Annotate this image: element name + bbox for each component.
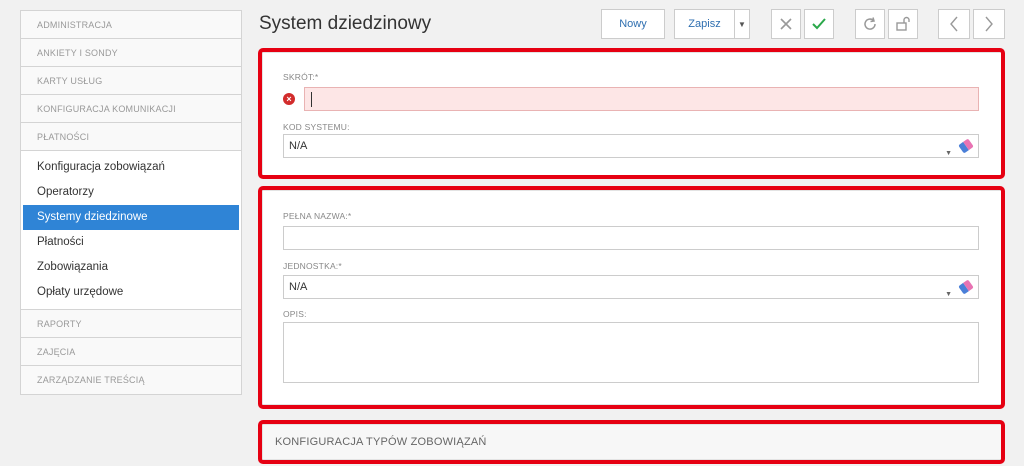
sidebar-submenu: Konfiguracja zobowiązań Operatorzy Syste… <box>21 151 241 310</box>
new-button[interactable]: Nowy <box>601 9 665 39</box>
sidebar-item-operatorzy[interactable]: Operatorzy <box>23 180 239 205</box>
previous-button[interactable] <box>938 9 970 39</box>
highlight-box-1 <box>258 48 1005 179</box>
page-title: System dziedzinowy <box>259 13 432 34</box>
unlock-button[interactable] <box>888 9 918 39</box>
sidebar-section-platnosci[interactable]: PŁATNOŚCI <box>21 123 241 151</box>
sidebar-item-konfiguracja-zobowiazan[interactable]: Konfiguracja zobowiązań <box>23 155 239 180</box>
sidebar-section-raporty[interactable]: RAPORTY <box>21 310 241 338</box>
chevron-left-icon <box>950 16 958 32</box>
check-icon <box>812 18 826 30</box>
sidebar-section-administracja[interactable]: ADMINISTRACJA <box>21 11 241 39</box>
caret-down-icon: ▼ <box>738 19 746 29</box>
save-button[interactable]: Zapisz <box>674 9 734 39</box>
next-button[interactable] <box>973 9 1005 39</box>
close-icon <box>780 18 792 30</box>
sidebar-section-zarzadzanie-trescia[interactable]: ZARZĄDZANIE TREŚCIĄ <box>21 366 241 394</box>
highlight-box-3 <box>258 420 1005 464</box>
sidebar-item-platnosci[interactable]: Płatności <box>23 230 239 255</box>
save-dropdown-toggle[interactable]: ▼ <box>734 9 750 39</box>
sidebar-item-zobowiazania[interactable]: Zobowiązania <box>23 255 239 280</box>
sidebar-section-konfiguracja-komunikacji[interactable]: KONFIGURACJA KOMUNIKACJI <box>21 95 241 123</box>
sidebar-section-karty-uslug[interactable]: KARTY USŁUG <box>21 67 241 95</box>
cancel-button[interactable] <box>771 9 801 39</box>
save-split-button: Zapisz ▼ <box>674 9 750 39</box>
confirm-button[interactable] <box>804 9 834 39</box>
refresh-icon <box>864 17 876 30</box>
unlock-icon <box>896 16 910 31</box>
sidebar-item-oplaty-urzedowe[interactable]: Opłaty urzędowe <box>23 280 239 305</box>
sidebar-section-ankiety[interactable]: ANKIETY I SONDY <box>21 39 241 67</box>
sidebar-section-zajecia[interactable]: ZAJĘCIA <box>21 338 241 366</box>
chevron-right-icon <box>985 16 993 32</box>
sidebar: ADMINISTRACJA ANKIETY I SONDY KARTY USŁU… <box>20 10 242 395</box>
highlight-box-2 <box>258 186 1005 409</box>
sidebar-item-systemy-dziedzinowe[interactable]: Systemy dziedzinowe <box>23 205 239 230</box>
refresh-button[interactable] <box>855 9 885 39</box>
